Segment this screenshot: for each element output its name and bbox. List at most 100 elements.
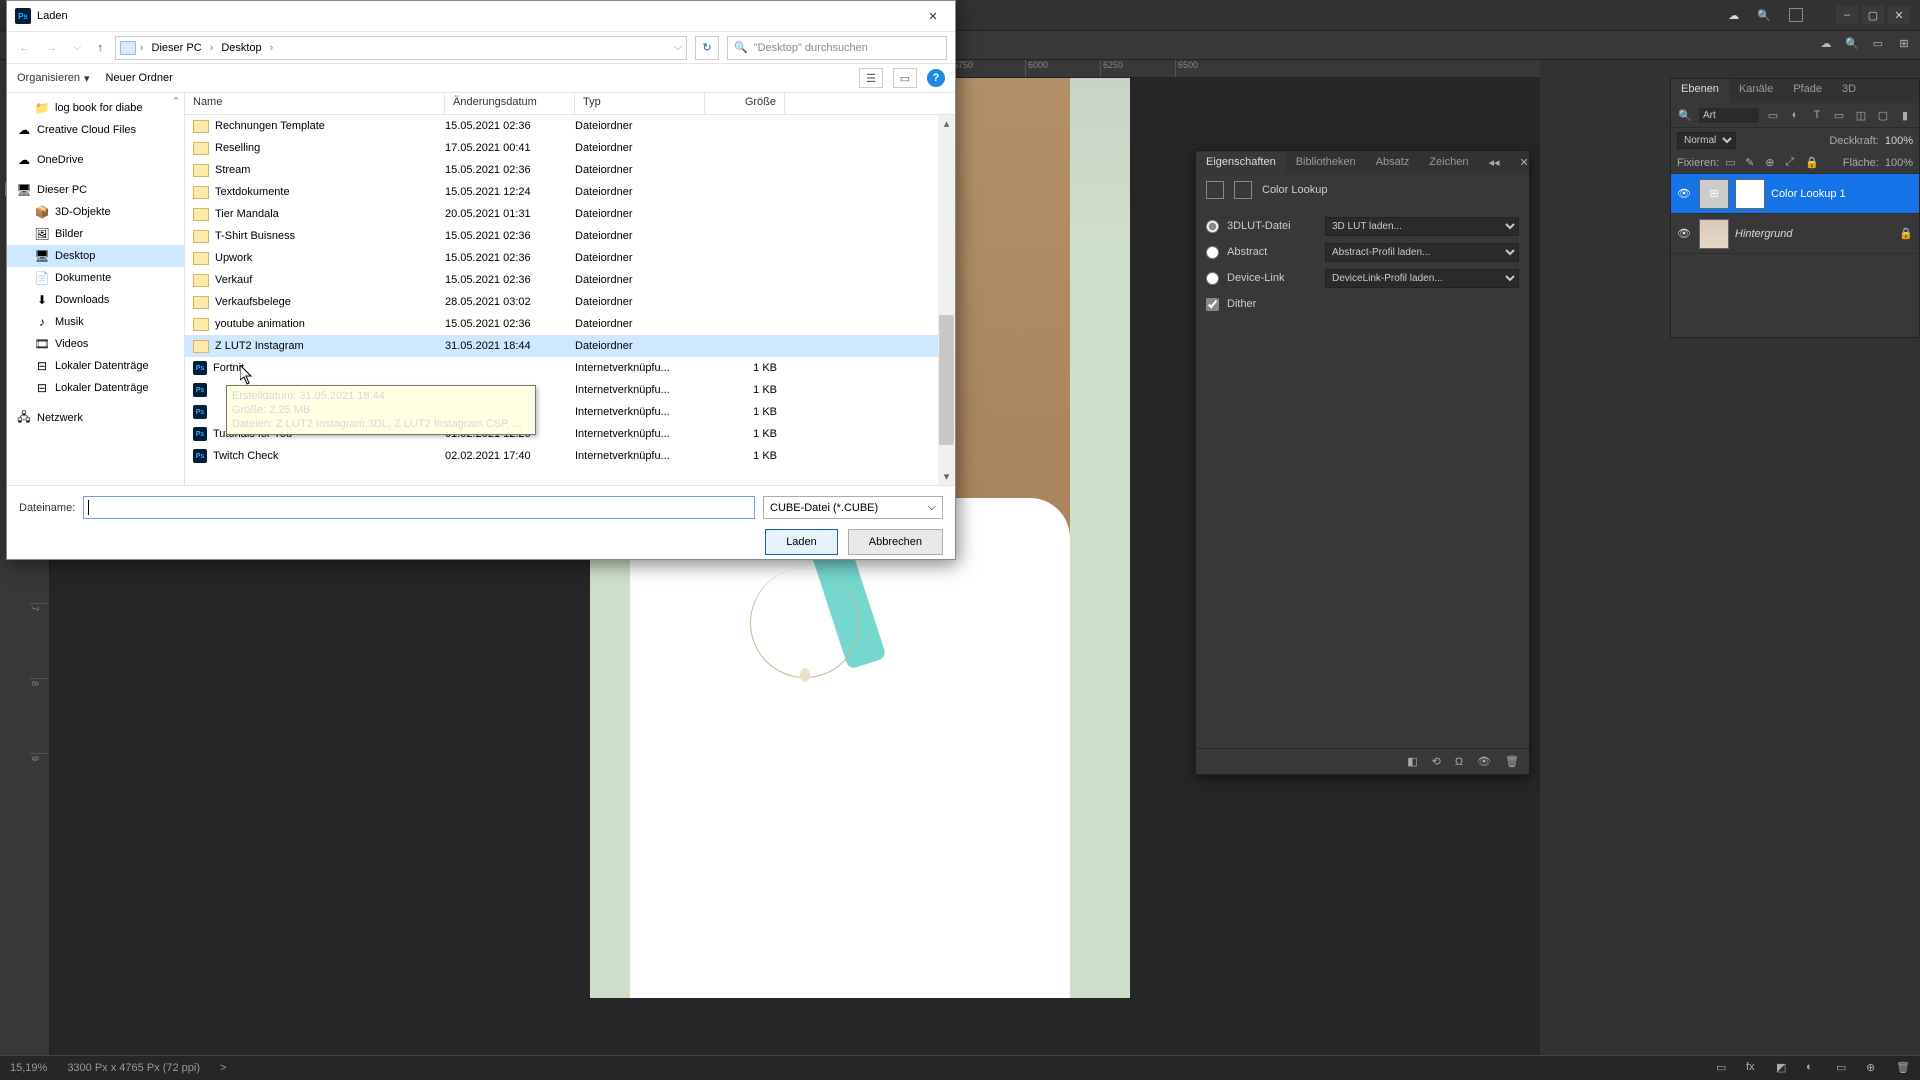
file-row[interactable]: Tier Mandala20.05.2021 01:31Dateiordner	[185, 203, 955, 225]
status-icon[interactable]: ▭	[1836, 1061, 1850, 1075]
file-row[interactable]: Upwork15.05.2021 02:36Dateiordner	[185, 247, 955, 269]
nav-back-button[interactable]: ←	[15, 40, 34, 56]
fill-value[interactable]: 100%	[1885, 157, 1913, 169]
tab-channels[interactable]: Kanäle	[1729, 79, 1783, 103]
panel-footer-icon[interactable]: ⟲	[1432, 755, 1441, 768]
minimize-button[interactable]: –	[1836, 6, 1858, 24]
column-date[interactable]: Änderungsdatum	[445, 93, 575, 114]
file-row[interactable]: Z LUT2 Instagram31.05.2021 18:44Dateiord…	[185, 335, 955, 357]
optbar-icon[interactable]: ☁	[1818, 35, 1834, 51]
chevron-right-icon[interactable]: ›	[140, 42, 144, 54]
optbar-icon[interactable]: ⊞	[1896, 35, 1912, 51]
panel-footer-icon[interactable]: ◧	[1407, 755, 1417, 768]
tree-node[interactable]: ⊟Lokaler Datenträge	[7, 355, 184, 377]
panel-close-icon[interactable]: ✕	[1509, 152, 1538, 173]
breadcrumb-segment[interactable]: Dieser PC	[148, 40, 206, 56]
select-3dlut[interactable]: 3D LUT laden...	[1325, 217, 1519, 236]
checkbox-dither[interactable]	[1206, 298, 1219, 311]
organize-menu[interactable]: Organisieren▾	[17, 72, 90, 85]
column-type[interactable]: Typ	[575, 93, 705, 114]
scrollbar-thumb[interactable]	[939, 315, 954, 445]
layer-mask[interactable]	[1735, 179, 1765, 209]
chevron-right-icon[interactable]: ›	[210, 42, 214, 54]
tab-libraries[interactable]: Bibliotheken	[1286, 152, 1366, 172]
tree-node[interactable]: 📦3D-Objekte	[7, 201, 184, 223]
tab-3d[interactable]: 3D	[1832, 79, 1866, 103]
nav-up-button[interactable]: ↑	[93, 40, 107, 56]
breadcrumb-dropdown[interactable]: ⌵	[674, 41, 682, 54]
scroll-up-icon[interactable]: ▴	[938, 115, 955, 132]
file-row[interactable]: PsFortnitInternetverknüpfu...1 KB	[185, 357, 955, 379]
tree-node[interactable]: ☁OneDrive	[7, 149, 184, 171]
file-row[interactable]: T-Shirt Buisness15.05.2021 02:36Dateiord…	[185, 225, 955, 247]
panel-footer-icon[interactable]: 👁	[1477, 755, 1491, 768]
tab-character[interactable]: Zeichen	[1419, 152, 1478, 172]
search-icon[interactable]: 🔍	[1677, 107, 1693, 123]
tree-node[interactable]: 📄Dokumente	[7, 267, 184, 289]
column-name[interactable]: Name	[185, 93, 445, 114]
column-size[interactable]: Größe	[705, 93, 785, 114]
status-icon[interactable]: ▭	[1716, 1061, 1730, 1075]
filter-toggle[interactable]: ▮	[1897, 107, 1913, 123]
chevron-right-icon[interactable]: ›	[270, 42, 274, 54]
scroll-down-icon[interactable]: ▾	[938, 468, 955, 485]
cancel-button[interactable]: Abbrechen	[848, 529, 943, 555]
tab-paragraph[interactable]: Absatz	[1366, 152, 1420, 172]
filetype-select[interactable]: CUBE-Datei (*.CUBE)⌵	[763, 496, 943, 519]
view-mode-button[interactable]: ☰	[859, 68, 883, 88]
layer-filter-kind[interactable]	[1699, 108, 1759, 123]
layer-row[interactable]: 👁 ⊞ Color Lookup 1	[1671, 174, 1919, 214]
tree-node[interactable]: 📁log book for diabe	[7, 97, 184, 119]
filename-input[interactable]	[83, 496, 755, 519]
radio-abstract[interactable]	[1206, 246, 1219, 259]
tree-node[interactable]: 🖧Netzwerk	[7, 407, 184, 429]
cloud-icon[interactable]: ☁	[1728, 9, 1739, 22]
lock-icon[interactable]: ⤢	[1785, 156, 1799, 170]
panel-collapse-icon[interactable]: ◂◂	[1478, 152, 1509, 173]
tree-node[interactable]: ⊟Lokaler Datenträge	[7, 377, 184, 399]
open-button[interactable]: Laden	[765, 529, 838, 555]
visibility-icon[interactable]: 👁	[1677, 187, 1693, 200]
status-icon[interactable]: fx	[1746, 1061, 1760, 1075]
blend-mode-select[interactable]: Normal	[1677, 132, 1736, 149]
file-row[interactable]: Stream15.05.2021 02:36Dateiordner	[185, 159, 955, 181]
filter-icon[interactable]: ◫	[1853, 107, 1869, 123]
zoom-level[interactable]: 15,19%	[10, 1062, 47, 1074]
status-icon[interactable]: ⊕	[1866, 1061, 1880, 1075]
panel-footer-icon[interactable]: 🗑	[1505, 755, 1519, 768]
tree-node[interactable]: ☁Creative Cloud Files	[7, 119, 184, 141]
opacity-value[interactable]: 100%	[1885, 135, 1913, 147]
tree-node[interactable]: 🖥Dieser PC	[7, 179, 184, 201]
status-chevron[interactable]: >	[220, 1062, 226, 1074]
tree-node[interactable]: ⬇Downloads	[7, 289, 184, 311]
panel-footer-icon[interactable]: Ω	[1455, 756, 1463, 768]
filter-icon[interactable]: ▢	[1875, 107, 1891, 123]
lock-icon[interactable]: 🔒	[1805, 156, 1819, 170]
breadcrumb[interactable]: › Dieser PC › Desktop › ⌵	[115, 36, 687, 60]
radio-devicelink[interactable]	[1206, 272, 1219, 285]
select-devicelink[interactable]: DeviceLink-Profil laden...	[1325, 269, 1519, 288]
tab-paths[interactable]: Pfade	[1783, 79, 1832, 103]
filter-icon[interactable]: ▭	[1765, 107, 1781, 123]
dialog-close-button[interactable]: ✕	[919, 5, 947, 27]
tab-properties[interactable]: Eigenschaften	[1196, 152, 1286, 172]
maximize-button[interactable]: ▢	[1862, 6, 1884, 24]
scrollbar[interactable]: ▴ ▾	[938, 115, 955, 485]
nav-recent-button[interactable]: ⌵	[69, 39, 85, 56]
file-row[interactable]: Textdokumente15.05.2021 12:24Dateiordner	[185, 181, 955, 203]
filter-icon[interactable]: ◐	[1787, 107, 1803, 123]
status-icon[interactable]: 🗑	[1896, 1061, 1910, 1075]
file-row[interactable]: PsTwitch Check02.02.2021 17:40Internetve…	[185, 445, 955, 467]
filter-icon[interactable]: T	[1809, 107, 1825, 123]
status-icon[interactable]: ◐	[1806, 1061, 1820, 1075]
lock-icon[interactable]: ⊕	[1765, 156, 1779, 170]
tree-node[interactable]: 🎞Videos	[7, 333, 184, 355]
optbar-icon[interactable]: 🔍	[1844, 35, 1860, 51]
file-row[interactable]: Rechnungen Template15.05.2021 02:36Datei…	[185, 115, 955, 137]
visibility-icon[interactable]: 👁	[1677, 227, 1693, 240]
filter-icon[interactable]: ▭	[1831, 107, 1847, 123]
file-row[interactable]: Verkauf15.05.2021 02:36Dateiordner	[185, 269, 955, 291]
nav-forward-button[interactable]: →	[42, 40, 61, 56]
preview-pane-button[interactable]: ▭	[893, 68, 917, 88]
close-button[interactable]: ✕	[1888, 6, 1910, 24]
